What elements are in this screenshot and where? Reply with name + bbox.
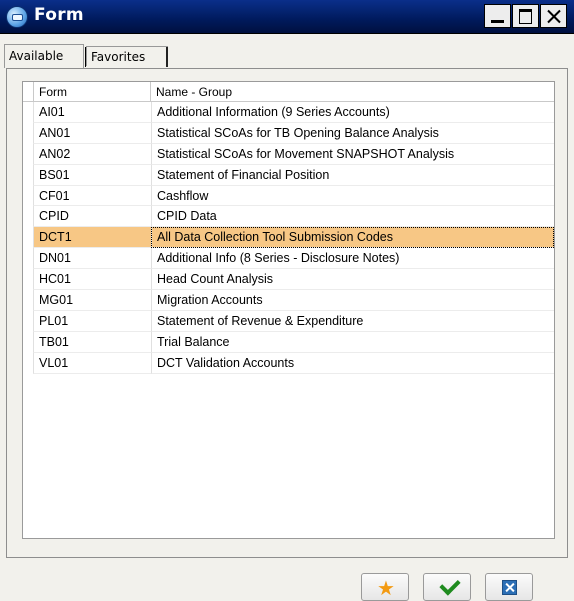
- cell-name-group: Migration Accounts: [151, 290, 554, 311]
- cell-form-code: CPID: [33, 206, 151, 228]
- cancel-button[interactable]: [485, 573, 533, 601]
- cell-form-code: AI01: [33, 102, 151, 123]
- cell-form-code: AN02: [33, 143, 151, 165]
- window-title: Form: [34, 5, 84, 25]
- column-header-form[interactable]: Form: [33, 82, 151, 101]
- table-row[interactable]: MG01 Migration Accounts: [23, 290, 554, 311]
- table-row[interactable]: CPID CPID Data: [23, 206, 554, 228]
- bottom-button-bar: ★: [0, 568, 574, 601]
- cell-name-group: Statement of Revenue & Expenditure: [151, 310, 554, 332]
- table-row[interactable]: DN01 Additional Info (8 Series - Disclosu…: [23, 248, 554, 270]
- checkmark-icon: [439, 574, 461, 596]
- column-header-name-group[interactable]: Name - Group: [151, 82, 554, 101]
- star-icon: ★: [377, 576, 395, 600]
- cell-name-group: Additional Info (8 Series - Disclosure N…: [151, 248, 554, 270]
- cell-name-group: Additional Information (9 Series Account…: [151, 102, 554, 123]
- cell-form-code: DCT1: [33, 227, 151, 249]
- ok-button[interactable]: [423, 573, 471, 601]
- cell-form-code: BS01: [33, 164, 151, 186]
- table-row[interactable]: AI01 Additional Information (9 Series Acc…: [23, 102, 554, 123]
- table-row[interactable]: AN02 Statistical SCoAs for Movement SNAPS…: [23, 143, 554, 165]
- cell-form-code: CF01: [33, 185, 151, 207]
- form-panel: Form Name - Group AI01 Additional Informa…: [6, 68, 568, 558]
- title-bar: Form: [0, 0, 574, 34]
- table-row[interactable]: DCT1 All Data Collection Tool Submission …: [23, 227, 554, 249]
- cell-form-code: AN01: [33, 122, 151, 144]
- app-icon[interactable]: [6, 6, 28, 28]
- cell-name-group: Statistical SCoAs for TB Opening Balance…: [151, 122, 554, 144]
- grid-rows: AI01 Additional Information (9 Series Acc…: [23, 102, 554, 374]
- close-icon: [502, 580, 517, 595]
- close-window-button[interactable]: [540, 4, 567, 28]
- tab-available[interactable]: Available: [4, 44, 86, 68]
- cell-form-code: PL01: [33, 310, 151, 332]
- grid-header: Form Name - Group: [23, 82, 554, 102]
- cell-form-code: HC01: [33, 269, 151, 291]
- cell-name-group: DCT Validation Accounts: [151, 352, 554, 374]
- cell-form-code: MG01: [33, 290, 151, 311]
- cell-name-group: Statistical SCoAs for Movement SNAPSHOT …: [151, 143, 554, 165]
- minimize-button[interactable]: [484, 4, 511, 28]
- cell-form-code: DN01: [33, 248, 151, 270]
- cell-form-code: VL01: [33, 352, 151, 374]
- cell-name-group: All Data Collection Tool Submission Code…: [151, 227, 554, 249]
- tab-favorites[interactable]: Favorites: [86, 46, 168, 67]
- table-row[interactable]: PL01 Statement of Revenue & Expenditure: [23, 310, 554, 332]
- cell-name-group: CPID Data: [151, 206, 554, 228]
- cell-form-code: TB01: [33, 331, 151, 353]
- form-list-grid[interactable]: Form Name - Group AI01 Additional Informa…: [22, 81, 555, 539]
- table-row[interactable]: TB01 Trial Balance: [23, 331, 554, 353]
- table-row[interactable]: BS01 Statement of Financial Position: [23, 164, 554, 186]
- cell-name-group: Trial Balance: [151, 331, 554, 353]
- table-row[interactable]: VL01 DCT Validation Accounts: [23, 352, 554, 374]
- table-row[interactable]: HC01 Head Count Analysis: [23, 269, 554, 291]
- cell-name-group: Head Count Analysis: [151, 269, 554, 291]
- table-row[interactable]: AN01 Statistical SCoAs for TB Opening Bal…: [23, 122, 554, 144]
- cell-name-group: Cashflow: [151, 185, 554, 207]
- table-row[interactable]: CF01 Cashflow: [23, 185, 554, 207]
- add-favorite-button[interactable]: ★: [361, 573, 409, 601]
- cell-name-group: Statement of Financial Position: [151, 164, 554, 186]
- maximize-button[interactable]: [512, 4, 539, 28]
